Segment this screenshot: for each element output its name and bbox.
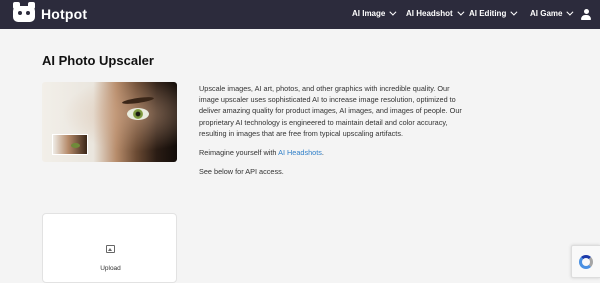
upload-label: Upload xyxy=(100,265,121,272)
nav-item-label: AI Editing xyxy=(469,9,507,18)
api-access-text: See below for API access. xyxy=(199,167,284,176)
nav-item-ai-image[interactable]: AI Image xyxy=(352,8,397,18)
chevron-down-icon xyxy=(510,8,518,16)
preview-thumbnail[interactable] xyxy=(52,134,88,155)
hotpot-logo-icon xyxy=(13,2,35,22)
reimagine-text: Reimagine yourself with AI Headshots. xyxy=(199,148,324,157)
logo[interactable]: Hotpot xyxy=(13,2,88,22)
nav-item-ai-editing[interactable]: AI Editing xyxy=(469,8,518,18)
nav-item-ai-headshot[interactable]: AI Headshot xyxy=(406,8,465,18)
nav-item-label: AI Game xyxy=(530,9,563,18)
chevron-down-icon xyxy=(389,8,397,16)
user-icon[interactable] xyxy=(581,9,591,21)
nav-item-ai-game[interactable]: AI Game xyxy=(530,8,574,18)
before-after-preview-image[interactable] xyxy=(42,82,177,162)
logo-text: Hotpot xyxy=(41,6,88,22)
chevron-down-icon xyxy=(566,8,574,16)
nav-item-label: AI Image xyxy=(352,9,386,18)
page-title: AI Photo Upscaler xyxy=(42,53,154,68)
page-description: Upscale images, AI art, photos, and othe… xyxy=(199,84,462,138)
chevron-down-icon xyxy=(457,8,465,16)
upload-dropzone[interactable]: Upload xyxy=(42,213,177,283)
recaptcha-badge[interactable] xyxy=(571,245,600,278)
ai-headshots-link[interactable]: AI Headshots xyxy=(278,148,322,157)
nav-item-label: AI Headshot xyxy=(406,9,453,18)
image-icon xyxy=(106,245,115,253)
top-navbar: Hotpot AI Image AI Headshot AI Editing A… xyxy=(0,0,600,29)
recaptcha-icon xyxy=(579,255,593,269)
